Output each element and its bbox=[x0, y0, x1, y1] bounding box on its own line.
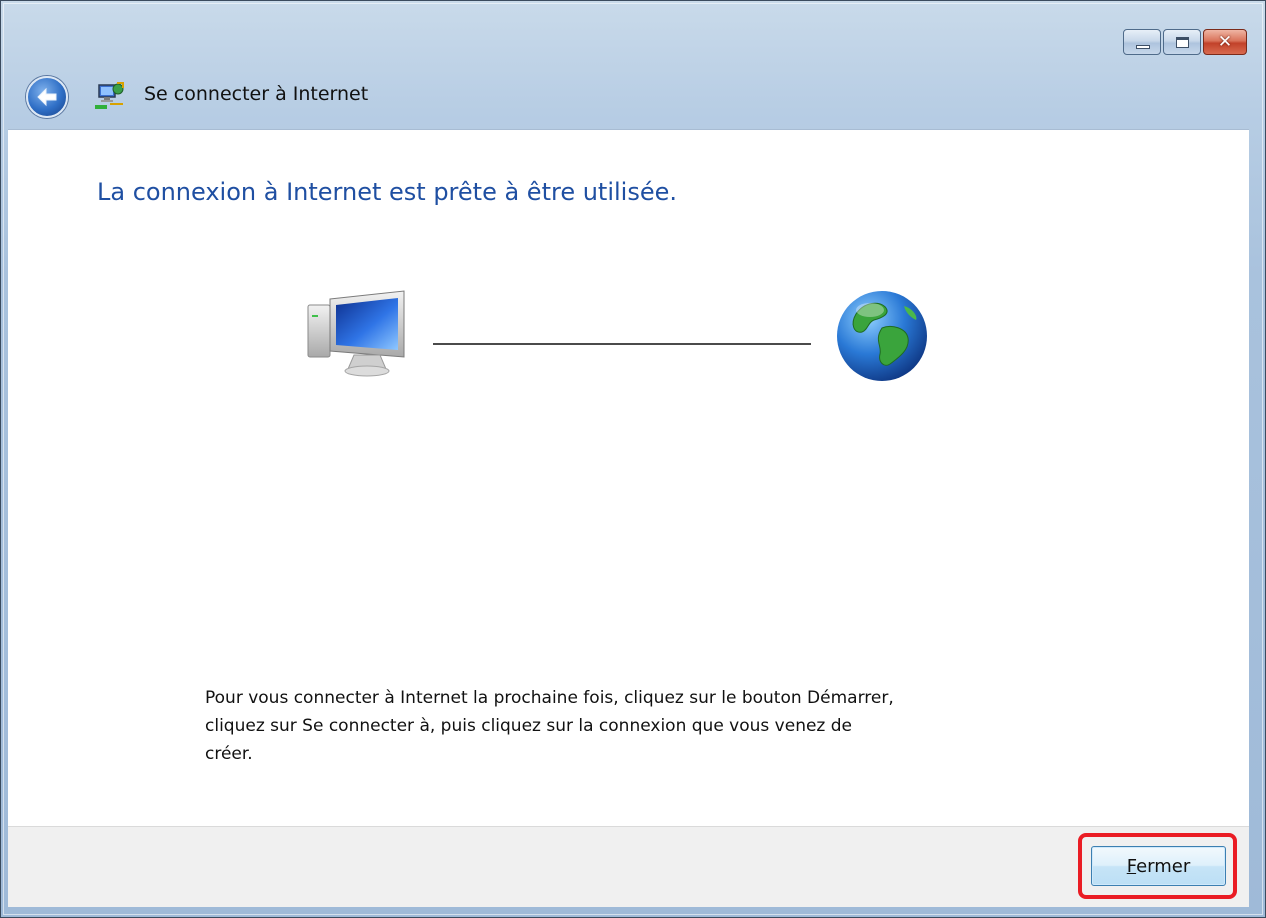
close-icon: ✕ bbox=[1217, 32, 1233, 52]
maximize-button[interactable] bbox=[1163, 29, 1201, 55]
network-connection-icon bbox=[95, 82, 124, 109]
window-close-button[interactable]: ✕ bbox=[1203, 29, 1247, 55]
back-button[interactable] bbox=[26, 76, 68, 118]
instructions-text: Pour vous connecter à Internet la procha… bbox=[205, 688, 894, 764]
maximize-icon bbox=[1176, 37, 1189, 48]
connection-line bbox=[433, 343, 811, 345]
computer-icon bbox=[307, 290, 405, 377]
window-title: Se connecter à Internet bbox=[144, 83, 369, 105]
close-wizard-label: Fermer bbox=[1126, 855, 1191, 877]
globe-icon bbox=[837, 291, 927, 381]
wizard-window: ✕ Se connecter à Internet La connexion à… bbox=[0, 0, 1266, 918]
minimize-button[interactable] bbox=[1123, 29, 1161, 55]
close-wizard-button[interactable]: Fermer bbox=[1091, 846, 1226, 886]
minimize-icon bbox=[1136, 45, 1150, 49]
back-arrow-icon bbox=[37, 87, 57, 107]
content-panel: La connexion à Internet est prête à être… bbox=[8, 129, 1249, 827]
footer-bar bbox=[8, 826, 1249, 907]
page-heading: La connexion à Internet est prête à être… bbox=[97, 178, 677, 206]
caption-buttons: ✕ bbox=[1123, 29, 1247, 55]
